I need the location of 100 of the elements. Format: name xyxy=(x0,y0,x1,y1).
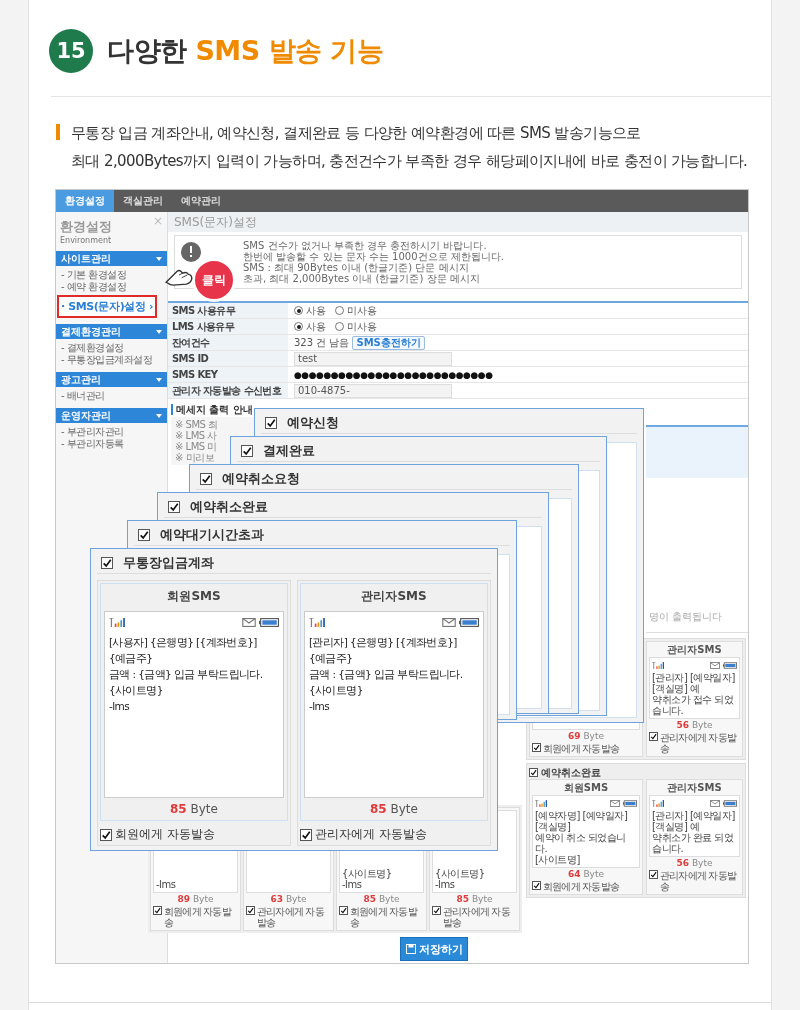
checkbox[interactable] xyxy=(241,445,253,457)
nav-tab[interactable]: 예약관리 xyxy=(172,190,230,212)
group-label: 결제환경관리 xyxy=(61,324,121,339)
message-line: -lms xyxy=(342,879,363,890)
form-label: LMS 사용유무 xyxy=(168,319,288,334)
message-line: [관리자] [예약일자] [객실명] 예 xyxy=(652,672,736,694)
sidebar-item[interactable]: - 무통장입금계좌설정 xyxy=(61,354,167,366)
byte-count: 64 Byte xyxy=(567,869,605,880)
card-title: 예약취소완료 xyxy=(190,498,268,516)
section-title: 다양한 SMS 발송 기능 xyxy=(107,34,384,68)
message-line: 금액 : {금액} 입금 부탁드립니다. xyxy=(109,667,264,682)
message-line: [예약자명] [예약일자] [객실명] xyxy=(535,810,629,832)
byte-count: 85 Byte xyxy=(169,802,219,816)
notice-text: SMS 건수가 없거나 부족한 경우 충전하시기 바랍니다. xyxy=(243,240,488,251)
panel-heading: 예약취소완료 xyxy=(541,765,601,780)
sidebar-item[interactable]: - 부관리자관리 xyxy=(61,426,167,438)
message-line: -lms xyxy=(156,879,177,890)
card-title: 예약대기시간초과 xyxy=(160,526,264,544)
notice-text: 초과, 최대 2,000Bytes 이내 (한글기준) 장문 메시지 xyxy=(243,273,481,284)
form-label: SMS KEY xyxy=(168,367,288,382)
checkbox[interactable] xyxy=(300,828,312,841)
nav-tab[interactable]: 객실관리 xyxy=(114,190,172,212)
envelope-icon xyxy=(710,799,720,807)
highlighted-sidebar-item[interactable]: · SMS(문자)설정 › xyxy=(57,295,158,318)
description-text: 무통장 입금 계좌안내, 예약신청, 결제완료 등 다양한 예약환경에 따른 SMS 발송기능으로 xyxy=(71,123,642,144)
sidebar-group-header[interactable]: 광고관리 xyxy=(56,372,167,387)
sidebar-group-header[interactable]: 운영자관리 xyxy=(56,408,167,423)
form-label: 관리자 자동발송 수신번호 xyxy=(168,383,288,398)
checkbox-label: 회원에게 자동발송 xyxy=(115,826,215,843)
message-line: -lms xyxy=(109,699,130,714)
password-field[interactable]: ●●●●●●●●●●●●●●●●●●●●●●●●●●● xyxy=(294,369,493,380)
checkbox[interactable] xyxy=(168,501,180,513)
envelope-icon xyxy=(442,617,456,627)
checkbox[interactable] xyxy=(138,529,150,541)
checkbox[interactable] xyxy=(153,906,162,915)
checkbox[interactable] xyxy=(265,417,277,429)
checkbox-label: 관리자에게 자동발송 xyxy=(660,732,738,754)
sidebar-item[interactable]: - 결제환경설정 xyxy=(61,342,167,354)
input-field[interactable]: 010-4875- xyxy=(294,383,452,398)
battery-icon xyxy=(259,617,279,627)
form-label: SMS ID xyxy=(168,351,288,366)
message-line: {사이트명} xyxy=(109,683,164,698)
notice-text: SMS : 최대 90Bytes 이내 (한글기준) 단문 메시지 xyxy=(243,262,469,273)
radio-label: 사용 xyxy=(306,303,326,318)
checkbox-label: 회원에게 자동발송 xyxy=(164,906,233,928)
panel-title: SMS(문자)설정 xyxy=(168,212,748,232)
checkbox-label: 회원에게 자동발송 xyxy=(350,906,419,928)
checkbox-label: 관리자에게 자동발송 xyxy=(443,906,511,928)
checkbox-label: 관리자에게 자동발송 xyxy=(660,870,738,892)
byte-count: 63 Byte xyxy=(269,894,308,905)
checkbox[interactable] xyxy=(532,743,541,752)
message-line: {사이트명} xyxy=(342,868,393,879)
group-label: 광고관리 xyxy=(61,372,101,387)
checkbox[interactable] xyxy=(200,473,212,485)
message-line: {예금주} xyxy=(309,651,354,666)
message-line: 금액 : {금액} 입금 부탁드립니다. xyxy=(309,667,464,682)
caret-icon xyxy=(156,377,162,382)
save-button[interactable]: 저장하기 xyxy=(400,937,468,961)
message-line: [관리자] [예약일자] [객실명] 예 xyxy=(652,810,736,832)
battery-icon xyxy=(723,799,737,807)
card-title: 관리자SMS xyxy=(666,644,723,656)
checkbox[interactable] xyxy=(649,732,658,741)
checkbox[interactable] xyxy=(101,557,113,569)
message-line: -lms xyxy=(435,879,456,890)
checkbox[interactable] xyxy=(246,906,255,915)
nav-tab[interactable]: 환경설정 xyxy=(56,190,114,212)
battery-icon xyxy=(459,617,479,627)
card-title: 관리자SMS xyxy=(666,782,723,794)
message-line: 약취소가 완료 되었습니다. xyxy=(652,832,735,854)
signal-icon xyxy=(535,799,547,807)
guide-text: ※ LMS 미 xyxy=(175,441,217,452)
card-title: 결제완료 xyxy=(263,442,315,460)
save-icon xyxy=(405,944,416,954)
checkbox[interactable] xyxy=(432,906,441,915)
sidebar-item[interactable]: - 배너관리 xyxy=(61,390,167,402)
checkbox[interactable] xyxy=(649,870,658,879)
checkbox[interactable] xyxy=(532,881,541,890)
checkbox[interactable] xyxy=(529,768,538,777)
notice-text: 한번에 발송할 수 있는 문자 수는 1000건으로 제한됩니다. xyxy=(243,251,504,262)
charge-button[interactable]: SMS충전하기 xyxy=(352,335,425,350)
group-label: 사이트관리 xyxy=(61,251,111,266)
group-label: 운영자관리 xyxy=(61,408,111,423)
sidebar-group-header[interactable]: 사이트관리 xyxy=(56,251,167,266)
description-text: 최대 2,000Bytes까지 입력이 가능하며, 충전건수가 부족한 경우 해당페이지내에 바로 충전이 가능합니다. xyxy=(71,151,748,172)
sidebar-item[interactable]: - 예약 환경설정 xyxy=(61,281,167,293)
checkbox-label: 관리자에게 자동발송 xyxy=(257,906,325,928)
input-field[interactable]: test xyxy=(294,351,452,366)
sidebar-subtitle: Environment xyxy=(60,236,112,245)
section-number-badge: 15 xyxy=(49,29,93,73)
byte-count: 85 Byte xyxy=(369,802,419,816)
envelope-icon xyxy=(610,799,620,807)
checkbox[interactable] xyxy=(100,828,112,841)
form-label: 잔여건수 xyxy=(168,335,288,350)
message-line: [사이트명] xyxy=(535,854,581,865)
sidebar-item[interactable]: - 기본 환경설정 xyxy=(61,269,167,281)
checkbox[interactable] xyxy=(339,906,348,915)
sidebar-item[interactable]: - 부관리자등록 xyxy=(61,438,167,450)
sidebar-group-header[interactable]: 결제환경관리 xyxy=(56,324,167,339)
card-title: 예약취소요청 xyxy=(222,470,300,488)
notice-icon xyxy=(181,242,201,262)
